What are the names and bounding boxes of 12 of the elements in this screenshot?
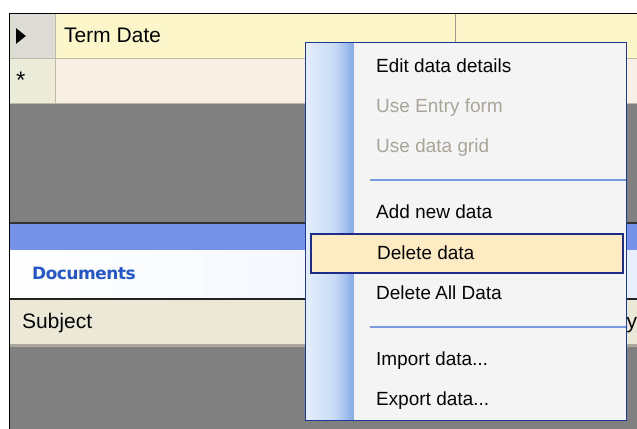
table-cell: Term Date	[64, 24, 161, 48]
menu-item[interactable]: Delete All Data	[310, 274, 624, 314]
menu-item[interactable]: Edit data details	[310, 47, 624, 88]
panel-title: Documents	[32, 264, 136, 284]
column-header[interactable]: y	[626, 310, 637, 334]
menu-item[interactable]: Import data...	[310, 340, 624, 380]
menu-item[interactable]: Add new data	[310, 193, 624, 234]
menu-item[interactable]: Export data...	[310, 380, 624, 420]
new-row-marker: *	[16, 67, 26, 95]
column-header[interactable]: Subject	[22, 310, 92, 334]
current-row-icon	[16, 28, 26, 44]
menu-item[interactable]: Delete data	[310, 233, 624, 274]
